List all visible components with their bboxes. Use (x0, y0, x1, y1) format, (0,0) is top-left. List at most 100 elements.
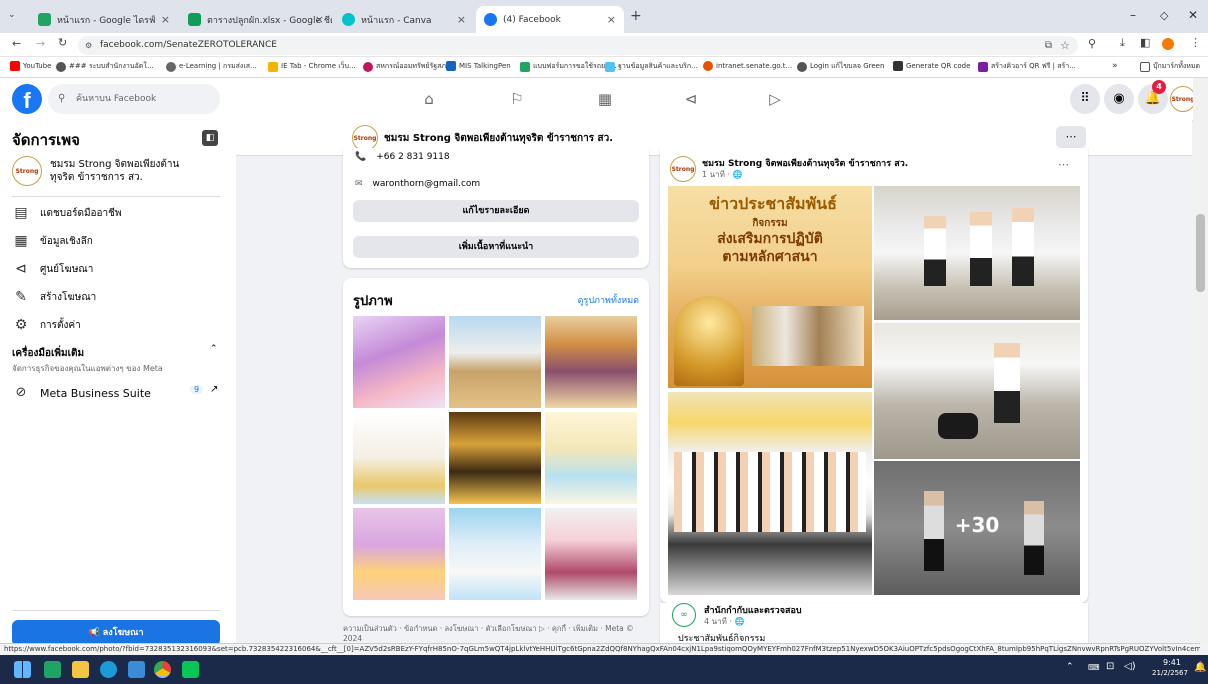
insights-icon[interactable]: ▦ (594, 88, 616, 110)
bookmark-star-icon[interactable]: ☆ (1060, 36, 1070, 55)
url-input[interactable]: ⚙ facebook.com/SenateZEROTOLERANCE ⧉ ☆ (78, 36, 1078, 55)
search-input[interactable]: ⚲ ค้นหาบน Facebook (48, 84, 220, 114)
bookmark-products[interactable]: ฐานข้อมูลสินค้าและบริก... (605, 61, 698, 72)
notification-center-icon[interactable]: 🔔 (1194, 662, 1206, 673)
post-author-avatar[interactable]: ∞ (672, 603, 696, 627)
menu-grid-icon[interactable]: ⠿ (1070, 84, 1100, 114)
clock-date[interactable]: 21/2/2567 (1148, 669, 1192, 677)
facebook-logo[interactable]: f (12, 84, 42, 114)
tab-google-drive[interactable]: หน้าแรก - Google ไดรฟ์ × (30, 6, 178, 33)
collapse-sidebar-icon[interactable]: ◧ (202, 130, 218, 146)
sidebar-item-dashboard[interactable]: ▤ แดชบอร์ดมืออาชีพ (12, 204, 121, 222)
external-link-icon[interactable]: ↗ (210, 384, 218, 395)
sidebar-item-create-ad[interactable]: ✎ สร้างโฆษณา (12, 288, 96, 306)
menu-icon[interactable]: ⋮ (1190, 36, 1201, 49)
video-icon[interactable]: ▷ (764, 88, 786, 110)
network-icon[interactable]: ⊡ (1106, 661, 1114, 672)
bookmark-car-form[interactable]: แบบฟอร์มการขอใช้รถยน... (520, 61, 617, 72)
chevron-up-icon[interactable]: ⌃ (210, 344, 218, 354)
more-options-button[interactable]: ⋯ (1056, 126, 1086, 148)
messenger-icon[interactable]: ◉ (1104, 84, 1134, 114)
bookmark-intranet[interactable]: intranet.senate.go.t... (703, 61, 792, 71)
tab-google-sheets[interactable]: ตารางปลูกผัก.xlsx - Google ชีต × (180, 6, 332, 33)
forward-icon[interactable]: → (36, 37, 45, 50)
post-photo[interactable] (874, 186, 1080, 320)
flag-icon[interactable]: ⚐ (506, 88, 528, 110)
see-all-photos-link[interactable]: ดูรูปภาพทั้งหมด (578, 293, 639, 307)
drive-app-icon[interactable] (44, 661, 61, 678)
post-photo[interactable] (874, 323, 1080, 459)
profile-icon[interactable] (1162, 38, 1174, 50)
bookmark-elearning[interactable]: e-Learning | กรมส่งเส... (166, 61, 257, 72)
bookmark-coop[interactable]: สหกรณ์ออมทรัพย์รัฐสภา (363, 61, 450, 72)
language-indicator[interactable]: ⌨ (1088, 663, 1100, 672)
footer-links[interactable]: ความเป็นส่วนตัว · ข้อกำหนด · ลงโฆษณา · ต… (343, 624, 649, 644)
photo-thumbnail[interactable] (449, 412, 541, 504)
megaphone-icon: ⊲ (15, 261, 27, 277)
line-app-icon[interactable] (182, 661, 199, 678)
post-photo-more[interactable]: +30 (874, 461, 1080, 595)
bookmark-mis[interactable]: MIS TalkingPen (446, 61, 511, 71)
back-icon[interactable]: ← (12, 37, 21, 50)
photo-thumbnail[interactable] (545, 316, 637, 408)
bookmark-ietab[interactable]: IE Tab - Chrome เว็บ... (268, 61, 356, 72)
bookmark-office[interactable]: ### ระบบสำนักงานอัตโ... (56, 61, 154, 72)
bookmark-qr-generate[interactable]: Generate QR code (893, 61, 970, 71)
new-tab-button[interactable]: + (630, 8, 642, 24)
post-time[interactable]: 1 นาที · 🌐 (702, 168, 742, 181)
volume-icon[interactable]: ◁) (1124, 661, 1136, 672)
more-bookmarks-icon[interactable]: » (1112, 61, 1118, 71)
photo-thumbnail[interactable] (353, 508, 445, 600)
sidebar-item-ad-center[interactable]: ⊲ ศูนย์โฆษณา (12, 260, 93, 278)
tray-chevron-icon[interactable]: ⌃ (1066, 662, 1074, 672)
photo-thumbnail[interactable] (449, 316, 541, 408)
bookmark-qr-free[interactable]: สร้างคิวอาร์ QR ฟรี | สร้า... (978, 61, 1076, 72)
photo-thumbnail[interactable] (545, 508, 637, 600)
post-time[interactable]: 4 นาที · 🌐 (704, 615, 744, 628)
photo-thumbnail[interactable] (353, 412, 445, 504)
page-scrollbar[interactable] (1193, 78, 1208, 643)
photo-thumbnail[interactable] (545, 412, 637, 504)
bookmark-all[interactable]: บุ๊กมาร์กทั้งหมด (1140, 61, 1200, 72)
post-options-icon[interactable]: ⋯ (1058, 158, 1069, 171)
side-panel-icon[interactable]: ◧ (1140, 36, 1150, 49)
minimize-button[interactable]: – (1130, 8, 1136, 22)
tab-canva[interactable]: หน้าแรก - Canva × (334, 6, 474, 33)
close-icon[interactable]: × (161, 13, 170, 26)
email-address[interactable]: waronthorn@gmail.com (373, 179, 481, 189)
photo-thumbnail[interactable] (353, 316, 445, 408)
file-explorer-icon[interactable] (72, 661, 89, 678)
close-icon[interactable]: × (457, 13, 466, 26)
clock-time[interactable]: 9:41 (1152, 658, 1192, 667)
megaphone-icon[interactable]: ⊲ (680, 88, 702, 110)
close-icon[interactable]: × (315, 13, 324, 26)
windows-start-icon[interactable] (14, 661, 31, 678)
edge-icon[interactable] (100, 661, 117, 678)
downloads-icon[interactable]: ⤓ (1120, 36, 1125, 50)
post-photo-group[interactable] (668, 392, 872, 595)
install-app-icon[interactable]: ⧉ (1045, 36, 1052, 55)
photo-thumbnail[interactable] (449, 508, 541, 600)
reload-icon[interactable]: ↻ (58, 36, 67, 49)
add-featured-button[interactable]: เพิ่มเนื้อหาที่แนะนำ (353, 236, 639, 258)
tab-facebook[interactable]: (4) Facebook × (476, 6, 624, 33)
post-photo-poster[interactable]: ข่าวประชาสัมพันธ์ กิจกรรม ส่งเสริมการปฏิ… (668, 186, 872, 388)
post-author-avatar[interactable]: Strong (670, 156, 696, 182)
close-icon[interactable]: × (607, 13, 616, 26)
scrollbar-thumb[interactable] (1196, 214, 1205, 292)
site-info-icon[interactable]: ⚙ (85, 36, 92, 55)
store-icon[interactable] (128, 661, 145, 678)
bookmark-login[interactable]: Login แก้ไขบลจ Green (797, 61, 884, 72)
sidebar-item-insights[interactable]: ▦ ข้อมูลเชิงลึก (12, 232, 92, 250)
meta-business-suite-link[interactable]: ⊘ Meta Business Suite (12, 384, 151, 402)
chrome-icon[interactable] (154, 661, 171, 678)
extensions-icon[interactable]: ⚲ (1088, 37, 1096, 50)
home-icon[interactable]: ⌂ (418, 88, 440, 110)
sidebar-item-settings[interactable]: ⚙ การตั้งค่า (12, 316, 81, 334)
bookmark-youtube[interactable]: YouTube (10, 61, 51, 71)
page-switcher[interactable]: Strong ชมรม Strong จิตพอเพียงต้านทุจริต … (12, 154, 222, 188)
tab-search-button[interactable]: ⌄ (8, 10, 22, 24)
edit-details-button[interactable]: แก้ไขรายละเอียด (353, 200, 639, 222)
maximize-button[interactable]: ◇ (1160, 9, 1168, 22)
window-close-button[interactable]: ✕ (1188, 8, 1198, 22)
